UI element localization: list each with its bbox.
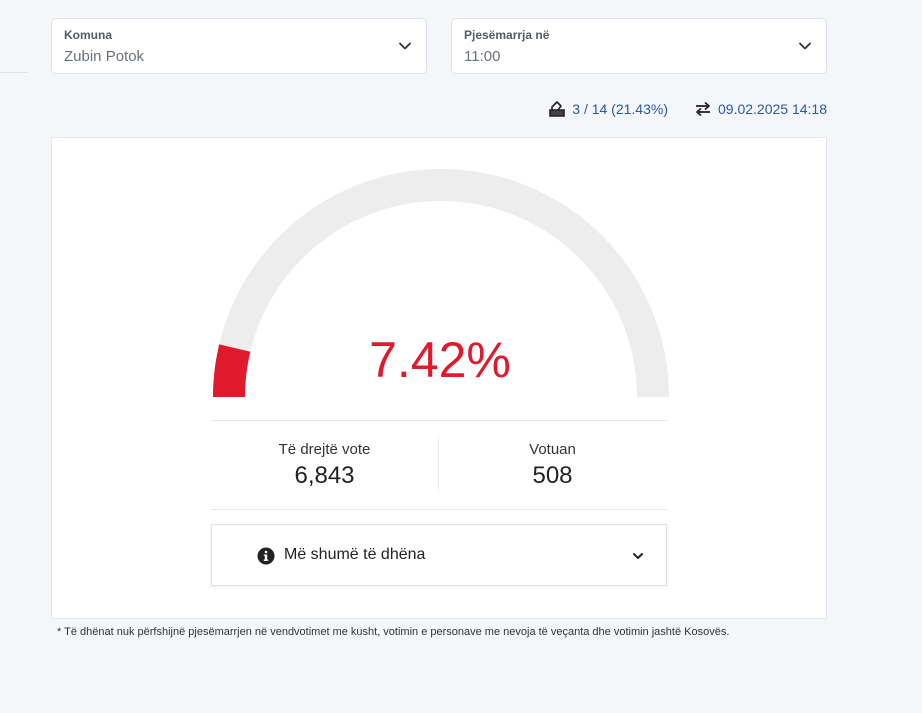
- sync-arrows-icon: [696, 101, 710, 117]
- voted-label: Votuan: [529, 441, 576, 458]
- more-data-label: Më shumë të dhëna: [284, 546, 426, 563]
- pjesemarrja-select[interactable]: Pjesëmarrja në 11:00: [451, 18, 827, 74]
- turnout-page: Komuna Zubin Potok Pjesëmarrja në 11:00 …: [0, 0, 922, 713]
- voted-stat: Votuan 508: [439, 421, 666, 509]
- chevron-down-icon: [633, 553, 643, 559]
- eligible-voters-label: Të drejtë vote: [278, 441, 371, 458]
- last-update: 09.02.2025 14:18: [694, 100, 827, 118]
- info-circle-icon: [257, 547, 275, 565]
- turnout-percent: 7.42%: [369, 332, 511, 388]
- komuna-select-value: Zubin Potok: [64, 48, 145, 65]
- divider: [0, 72, 28, 73]
- eligible-voters-value: 6,843: [294, 462, 355, 489]
- last-update-text: 09.02.2025 14:18: [718, 101, 827, 117]
- footnote: * Të dhënat nuk përfshijnë pjesëmarrjen …: [57, 626, 730, 638]
- ballot-box-icon: [549, 101, 566, 117]
- pjesemarrja-select-label: Pjesëmarrja në: [464, 28, 550, 42]
- polling-stations-counter: 3 / 14 (21.43%): [548, 100, 668, 118]
- voted-value: 508: [532, 462, 573, 489]
- turnout-card: 7.42% Të drejtë vote 6,843 Votuan 508 Më…: [51, 137, 827, 619]
- pjesemarrja-select-value: 11:00: [464, 48, 501, 65]
- polling-stations-text: 3 / 14 (21.43%): [572, 101, 668, 117]
- more-data-toggle[interactable]: Më shumë të dhëna: [211, 524, 667, 586]
- eligible-voters-stat: Të drejtë vote 6,843: [211, 421, 438, 509]
- chevron-down-icon: [799, 42, 811, 50]
- komuna-select-label: Komuna: [64, 28, 112, 42]
- chevron-down-icon: [399, 42, 411, 50]
- meta-row: 3 / 14 (21.43%) 09.02.2025 14:18: [548, 100, 827, 118]
- komuna-select[interactable]: Komuna Zubin Potok: [51, 18, 427, 74]
- stats-row: Të drejtë vote 6,843 Votuan 508: [211, 420, 667, 510]
